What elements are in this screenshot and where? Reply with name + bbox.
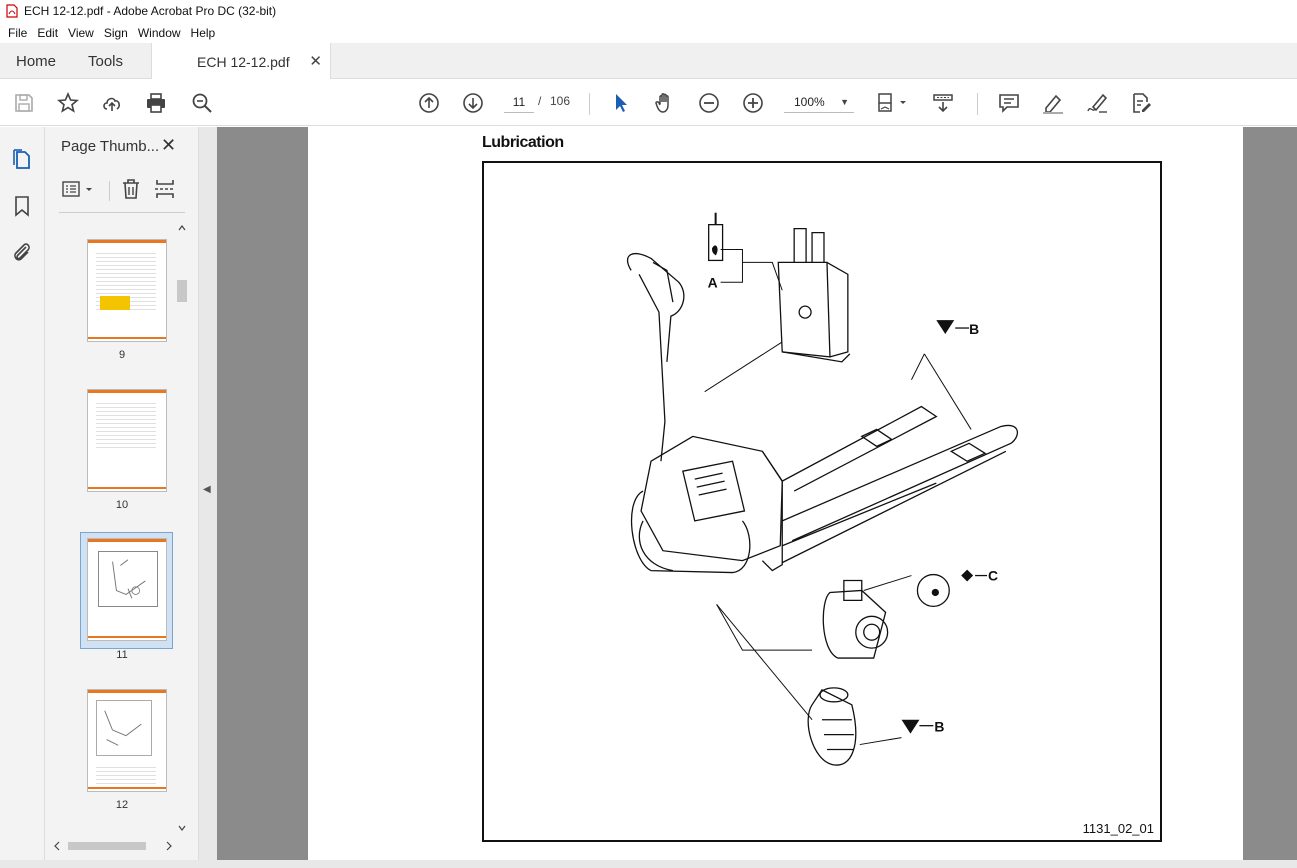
thumbnail-footer-band bbox=[88, 787, 166, 789]
tab-home[interactable]: Home bbox=[16, 53, 56, 70]
menu-file[interactable]: File bbox=[4, 26, 31, 40]
highlight-pen-icon[interactable] bbox=[1041, 91, 1065, 115]
lubrication-figure: B B C A 1131_02_01 bbox=[482, 161, 1162, 842]
page-thumbnail-9[interactable] bbox=[87, 239, 167, 342]
thumbnail-text-lines bbox=[96, 764, 156, 784]
zoom-out-icon[interactable] bbox=[697, 91, 721, 115]
zoom-level-select[interactable]: 100% ▼ bbox=[784, 91, 854, 113]
toolbar-divider bbox=[977, 93, 978, 115]
menu-bar: File Edit View Sign Window Help bbox=[0, 22, 1297, 43]
fit-page-icon[interactable] bbox=[875, 91, 911, 115]
page-separator: / bbox=[538, 94, 542, 108]
tab-document-label: ECH 12-12.pdf bbox=[197, 54, 290, 70]
total-pages: 106 bbox=[550, 94, 571, 108]
callout-a-label: A bbox=[708, 274, 718, 290]
page-thumbnails-icon[interactable] bbox=[10, 147, 34, 171]
thumbnail-text-lines bbox=[96, 400, 156, 450]
thumbnail-horizontal-scrollbar[interactable] bbox=[50, 839, 176, 853]
zoom-search-icon[interactable] bbox=[190, 91, 214, 115]
select-cursor-icon[interactable] bbox=[609, 91, 633, 115]
thumbnail-header-band bbox=[88, 690, 166, 693]
previous-page-icon[interactable] bbox=[417, 91, 441, 115]
lubrication-oil-marker bbox=[961, 569, 974, 582]
page-heading: Lubrication bbox=[482, 134, 564, 151]
title-bar: ECH 12-12.pdf - Adobe Acrobat Pro DC (32… bbox=[0, 0, 1297, 22]
save-icon[interactable] bbox=[12, 91, 36, 115]
panel-divider bbox=[109, 181, 110, 201]
lubrication-grease-marker bbox=[936, 320, 955, 334]
thumbnail-warning-box bbox=[100, 296, 130, 310]
delete-trash-icon[interactable] bbox=[119, 177, 143, 201]
callout-b-label: B bbox=[969, 321, 979, 337]
edit-pdf-icon[interactable] bbox=[1129, 91, 1153, 115]
upload-share-icon[interactable] bbox=[100, 91, 124, 115]
thumbnail-footer-band bbox=[88, 636, 166, 638]
zoom-in-icon[interactable] bbox=[741, 91, 765, 115]
window-title: ECH 12-12.pdf - Adobe Acrobat Pro DC (32… bbox=[24, 4, 277, 18]
print-icon[interactable] bbox=[144, 91, 168, 115]
thumbnail-figure-frame bbox=[98, 551, 158, 607]
toolbar-divider bbox=[589, 93, 590, 115]
panel-collapse-handle[interactable]: ◀ bbox=[199, 127, 217, 860]
tab-document[interactable]: ECH 12-12.pdf ✕ bbox=[151, 43, 331, 79]
page-thumbnail-12[interactable] bbox=[87, 689, 167, 792]
status-bar bbox=[0, 860, 1297, 868]
comment-icon[interactable] bbox=[997, 91, 1021, 115]
tab-bar: Home Tools ECH 12-12.pdf ✕ bbox=[0, 43, 1297, 79]
thumbnail-header-band bbox=[88, 240, 166, 243]
hand-pan-icon[interactable] bbox=[653, 91, 677, 115]
panel-title: Page Thumb... bbox=[61, 138, 160, 155]
zoom-level-value: 100% bbox=[794, 95, 825, 109]
menu-sign[interactable]: Sign bbox=[100, 26, 132, 40]
figure-id: 1131_02_01 bbox=[1082, 821, 1154, 836]
callout-b-label: B bbox=[934, 719, 944, 735]
thumbnail-options-icon[interactable] bbox=[61, 179, 97, 201]
thumbnail-footer-band bbox=[88, 337, 166, 339]
pdf-page: Lubrication B B C A 1131_02_01 bbox=[308, 127, 1243, 860]
menu-window[interactable]: Window bbox=[134, 26, 185, 40]
close-tab-icon[interactable]: ✕ bbox=[309, 52, 322, 70]
thumbnail-figure-frame bbox=[96, 700, 152, 756]
thumbnail-figure-sketch bbox=[112, 559, 146, 599]
tab-tools[interactable]: Tools bbox=[88, 53, 123, 70]
star-bookmark-icon[interactable] bbox=[56, 91, 80, 115]
chevron-down-icon: ▼ bbox=[840, 97, 849, 107]
callout-c-label: C bbox=[988, 568, 998, 584]
collapse-arrow-icon: ◀ bbox=[203, 484, 211, 495]
document-viewer[interactable]: Lubrication B B C A 1131_02_01 bbox=[217, 127, 1297, 860]
page-thumbnail-10[interactable] bbox=[87, 389, 167, 492]
thumbnail-header-band bbox=[88, 539, 166, 542]
page-number-input[interactable]: 11 bbox=[504, 91, 534, 113]
thumbnail-header-band bbox=[88, 390, 166, 393]
menu-help[interactable]: Help bbox=[187, 26, 220, 40]
close-panel-icon[interactable]: ✕ bbox=[161, 135, 176, 156]
page-thumbnails-panel: Page Thumb... ✕ 9 10 11 12 bbox=[45, 127, 199, 860]
attachment-paperclip-icon[interactable] bbox=[10, 240, 34, 264]
navigation-rail bbox=[0, 127, 45, 868]
panel-toolbar bbox=[59, 175, 185, 213]
menu-edit[interactable]: Edit bbox=[33, 26, 62, 40]
pallet-truck-lubrication-diagram: B B C A bbox=[626, 212, 1018, 766]
thumbnail-figure-sketch bbox=[104, 710, 142, 746]
fill-sign-icon[interactable] bbox=[1085, 91, 1109, 115]
next-page-icon[interactable] bbox=[461, 91, 485, 115]
thumbnail-footer-band bbox=[88, 487, 166, 489]
extract-pages-icon[interactable] bbox=[153, 177, 177, 201]
toolbar: 11 / 106 100% ▼ bbox=[0, 80, 1297, 126]
page-thumbnail-11[interactable] bbox=[87, 538, 167, 641]
scroll-mode-icon[interactable] bbox=[931, 91, 955, 115]
thumbnail-vertical-scrollbar[interactable] bbox=[176, 222, 188, 842]
menu-view[interactable]: View bbox=[64, 26, 98, 40]
lubrication-grease-marker bbox=[901, 719, 920, 734]
acrobat-app-icon bbox=[6, 4, 18, 18]
bookmark-icon[interactable] bbox=[10, 194, 34, 218]
